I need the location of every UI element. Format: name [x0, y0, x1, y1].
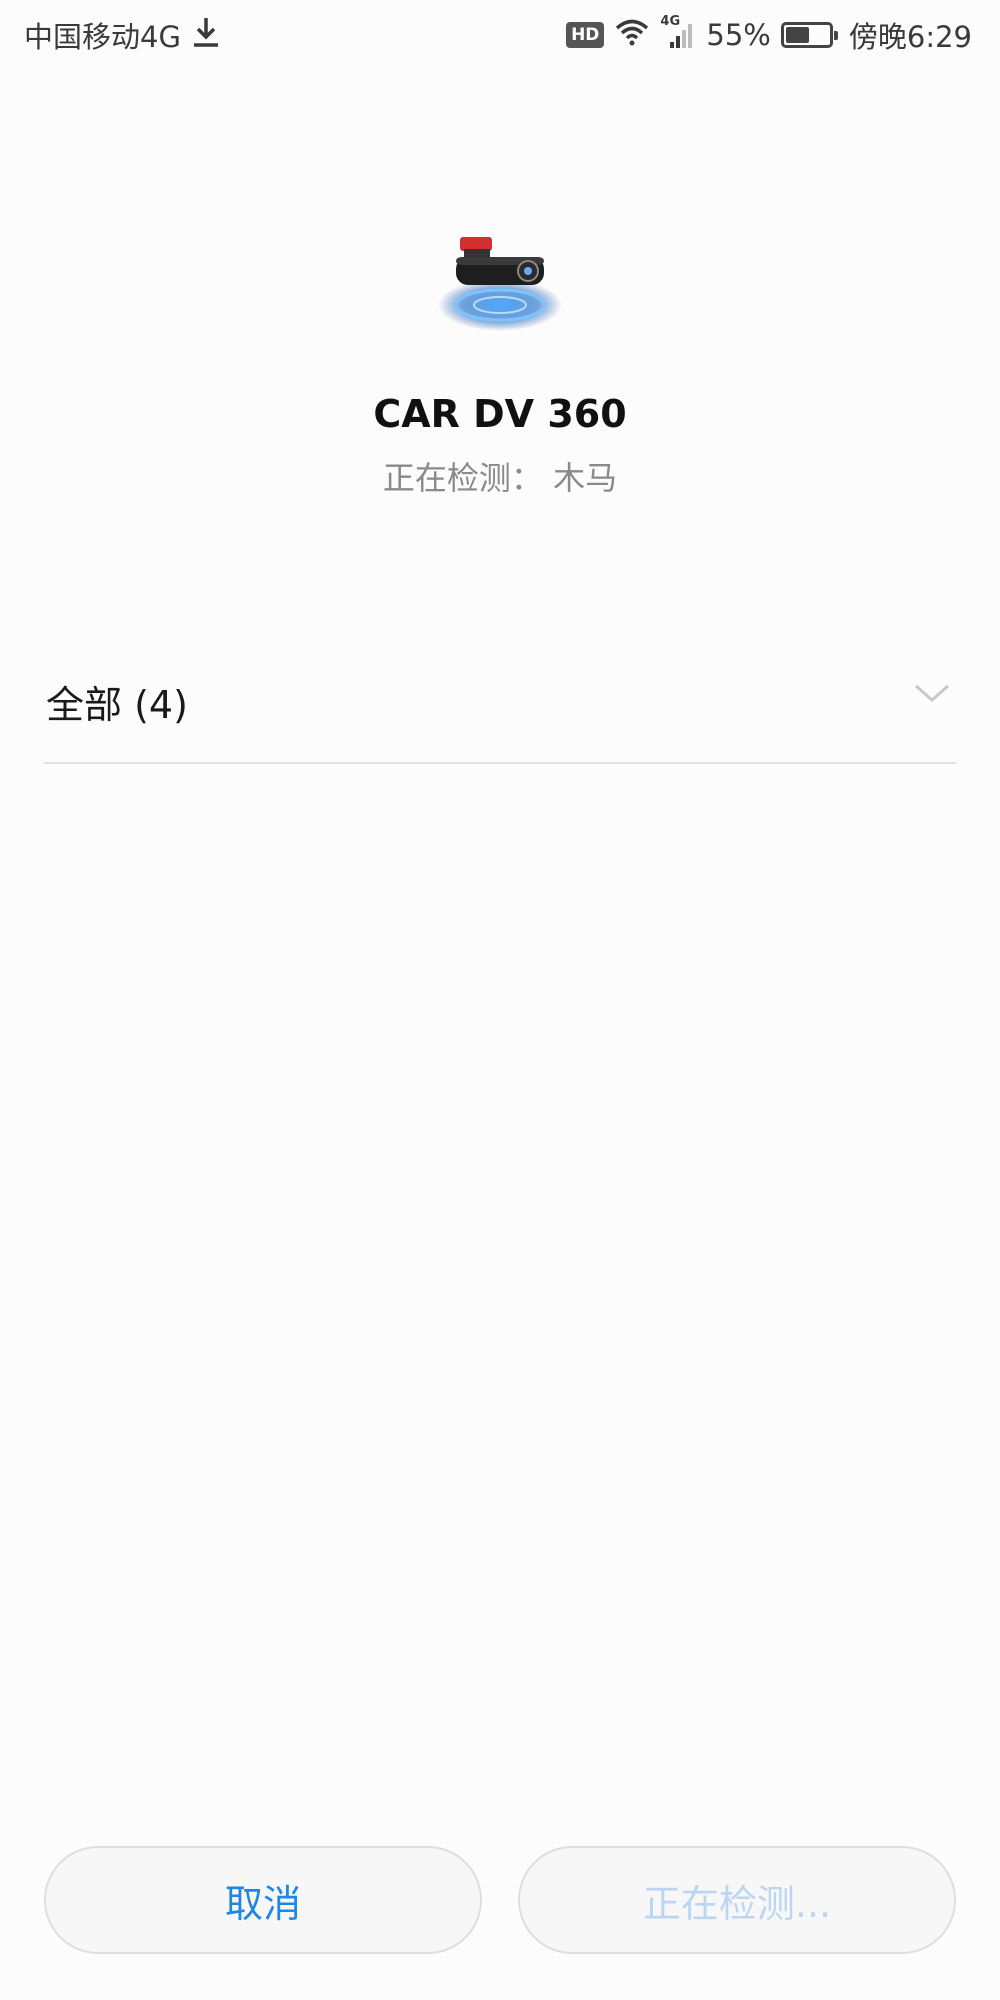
battery-icon — [780, 22, 838, 48]
detecting-button: 正在检测... — [518, 1846, 956, 1954]
filter-dropdown[interactable]: 全部 (4) — [44, 660, 956, 764]
hd-badge: HD — [566, 22, 605, 48]
status-bar: 中国移动4G HD 4G 55% 傍晚6:29 — [0, 0, 1000, 70]
dash-camera-icon — [430, 225, 570, 345]
status-bar-left: 中国移动4G — [24, 14, 221, 56]
cancel-button[interactable]: 取消 — [44, 1846, 482, 1954]
battery-level — [785, 27, 809, 43]
filter-label: 全部 (4) — [46, 683, 188, 727]
app-name: CAR DV 360 — [373, 392, 627, 436]
status-bar-right: HD 4G 55% 傍晚6:29 — [566, 14, 972, 56]
battery-percent: 55% — [706, 18, 771, 52]
carrier-label: 中国移动4G — [24, 20, 181, 54]
download-arrow-icon — [191, 16, 221, 55]
clock: 傍晚6:29 — [848, 20, 972, 54]
chevron-down-icon — [912, 678, 952, 708]
scan-status-text: 正在检测： 木马 — [382, 459, 618, 497]
wifi-icon — [614, 18, 650, 53]
cell-signal-icon: 4G — [660, 14, 696, 50]
